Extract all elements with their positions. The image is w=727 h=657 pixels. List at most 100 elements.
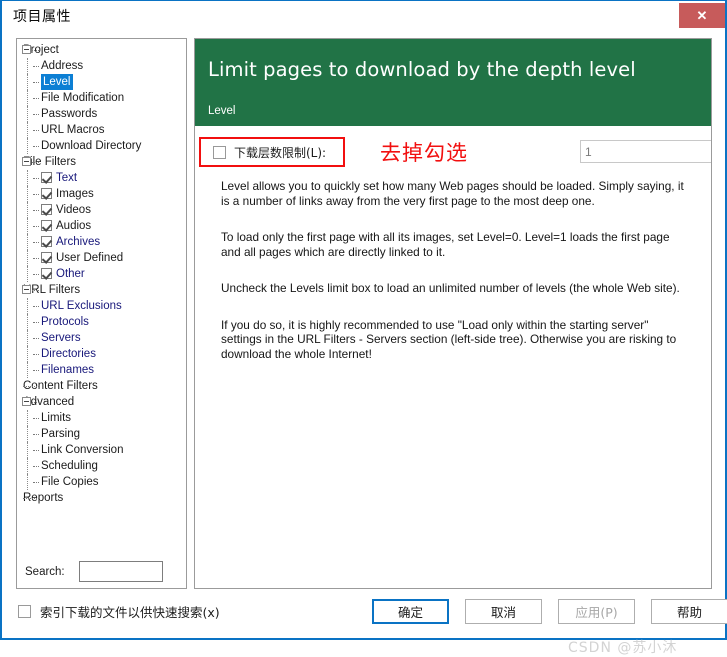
- checkmark-icon[interactable]: [41, 172, 52, 183]
- tree-item-url-macros[interactable]: URL Macros: [21, 122, 186, 138]
- tree-connector-line: [33, 482, 39, 483]
- tree-item-passwords[interactable]: Passwords: [21, 106, 186, 122]
- tree-item-scheduling[interactable]: Scheduling: [21, 458, 186, 474]
- dialog-button-2: 应用(P): [558, 599, 635, 624]
- tree-item-url-filters[interactable]: URL Filters: [21, 282, 186, 298]
- tree-guide-line: [27, 410, 28, 426]
- tree-connector-line: [33, 306, 39, 307]
- checkmark-icon[interactable]: [41, 204, 52, 215]
- tree-connector-line: [32, 290, 39, 291]
- navigation-tree[interactable]: Project Address Level File Modification Pass…: [17, 39, 186, 506]
- checkmark-icon[interactable]: [41, 220, 52, 231]
- tree-item-user-defined[interactable]: User Defined: [21, 250, 186, 266]
- tree-item-servers[interactable]: Servers: [21, 330, 186, 346]
- tree-collapse-icon[interactable]: [22, 397, 31, 406]
- tree-guide-line: [27, 106, 28, 122]
- tree-item-file-copies[interactable]: File Copies: [21, 474, 186, 490]
- limit-level-row: 下载层数限制(L): 去掉勾选: [195, 134, 711, 174]
- tree-item-archives[interactable]: Archives: [21, 234, 186, 250]
- tree-item-label: Audios: [56, 220, 92, 232]
- tree-collapse-icon[interactable]: [22, 45, 31, 54]
- limit-level-checkbox[interactable]: [213, 145, 226, 159]
- tree-item-label: Archives: [56, 236, 101, 248]
- tree-collapse-icon[interactable]: [22, 157, 31, 166]
- tree-item-file-filters[interactable]: File Filters: [21, 154, 186, 170]
- tree-guide-line: [27, 170, 28, 186]
- project-properties-dialog: 项目属性 ✕ Project Address Level File Modificat…: [0, 0, 727, 656]
- tree-connector-line: [33, 226, 39, 227]
- tree-item-other[interactable]: Other: [21, 266, 186, 282]
- checkmark-icon[interactable]: [41, 236, 52, 247]
- tree-item-address[interactable]: Address: [21, 58, 186, 74]
- search-input[interactable]: [78, 561, 163, 582]
- tree-guide-line: [27, 426, 28, 442]
- tree-connector-line: [32, 402, 39, 403]
- tree-item-download-directory[interactable]: Download Directory: [21, 138, 186, 154]
- tree-item-videos[interactable]: Videos: [21, 202, 186, 218]
- checkmark-icon[interactable]: [41, 252, 52, 263]
- dialog-button-0[interactable]: 确定: [372, 599, 449, 624]
- tree-connector-line: [33, 82, 39, 83]
- section-header-banner: Limit pages to download by the depth lev…: [195, 39, 711, 126]
- description-paragraph: Level allows you to quickly set how many…: [221, 179, 684, 208]
- dialog-button-row: 确定 取消 应用(P) 帮助: [372, 599, 727, 624]
- tree-item-label: Link Conversion: [41, 444, 124, 456]
- tree-item-reports[interactable]: Reports: [21, 490, 186, 506]
- tree-guide-line: [27, 362, 28, 378]
- tree-guide-line: [27, 186, 28, 202]
- close-button[interactable]: ✕: [679, 3, 725, 28]
- index-downloaded-files-row: 索引下载的文件以供快速搜索(x): [18, 602, 220, 621]
- tree-item-limits[interactable]: Limits: [21, 410, 186, 426]
- tree-item-link-conversion[interactable]: Link Conversion: [21, 442, 186, 458]
- tree-connector-line: [33, 66, 39, 67]
- tree-connector-line: [33, 258, 39, 259]
- tree-item-parsing[interactable]: Parsing: [21, 426, 186, 442]
- tree-item-filenames[interactable]: Filenames: [21, 362, 186, 378]
- tree-connector-line: [33, 418, 39, 419]
- description-paragraph: To load only the first page with all its…: [221, 230, 670, 259]
- tree-item-label: URL Macros: [41, 124, 105, 136]
- tree-item-url-exclusions[interactable]: URL Exclusions: [21, 298, 186, 314]
- tree-item-label: Directories: [41, 348, 96, 360]
- tree-connector-line: [32, 162, 39, 163]
- tree-item-label: User Defined: [56, 252, 124, 264]
- tree-item-label: Images: [56, 188, 94, 200]
- tree-connector-line: [23, 498, 39, 499]
- tree-item-label: Servers: [41, 332, 81, 344]
- index-files-checkbox[interactable]: [18, 605, 31, 618]
- section-subtitle: Level: [208, 105, 236, 117]
- tree-connector-line: [33, 338, 39, 339]
- tree-guide-line: [27, 138, 28, 154]
- tree-guide-line: [27, 330, 28, 346]
- tree-item-protocols[interactable]: Protocols: [21, 314, 186, 330]
- tree-guide-line: [27, 218, 28, 234]
- level-value-input[interactable]: [580, 140, 711, 163]
- checkmark-icon[interactable]: [41, 188, 52, 199]
- tree-item-file-modification[interactable]: File Modification: [21, 90, 186, 106]
- tree-item-label: Filenames: [41, 364, 95, 376]
- tree-item-audios[interactable]: Audios: [21, 218, 186, 234]
- tree-item-text[interactable]: Text: [21, 170, 186, 186]
- checkmark-icon[interactable]: [41, 268, 52, 279]
- tree-item-label: Limits: [41, 412, 72, 424]
- navigation-tree-panel: Project Address Level File Modification Pass…: [16, 38, 187, 589]
- dialog-button-1[interactable]: 取消: [465, 599, 542, 624]
- title-bar: 项目属性 ✕: [2, 1, 725, 30]
- tree-item-directories[interactable]: Directories: [21, 346, 186, 362]
- tree-item-level[interactable]: Level: [21, 74, 186, 90]
- tree-connector-line: [33, 434, 39, 435]
- level-spinner[interactable]: [580, 140, 711, 163]
- tree-connector-line: [33, 370, 39, 371]
- tree-connector-line: [33, 130, 39, 131]
- tree-guide-line: [27, 122, 28, 138]
- limit-level-label: 下载层数限制(L):: [234, 145, 327, 160]
- tree-item-advanced[interactable]: Advanced: [21, 394, 186, 410]
- tree-item-images[interactable]: Images: [21, 186, 186, 202]
- tree-item-content-filters[interactable]: Content Filters: [21, 378, 186, 394]
- tree-item-label: Protocols: [41, 316, 89, 328]
- tree-item-project[interactable]: Project: [21, 42, 186, 58]
- tree-collapse-icon[interactable]: [22, 285, 31, 294]
- tree-guide-line: [27, 90, 28, 106]
- dialog-button-3[interactable]: 帮助: [651, 599, 727, 624]
- tree-guide-line: [27, 474, 28, 490]
